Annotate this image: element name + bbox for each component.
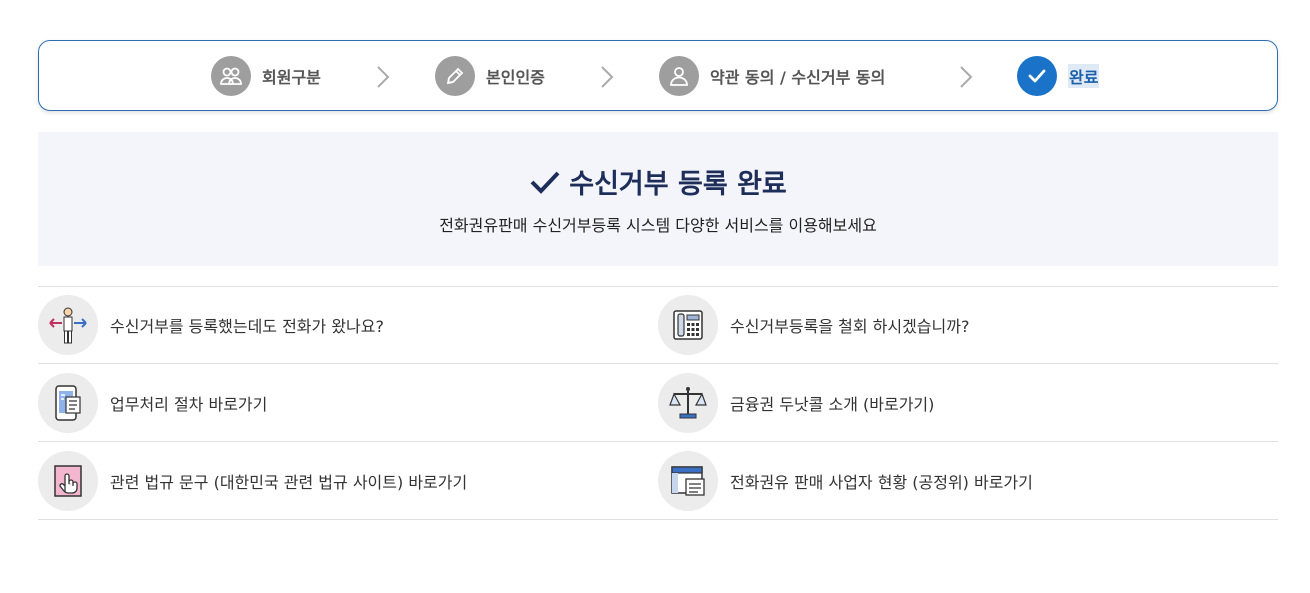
pencil-icon: [435, 56, 475, 96]
step-complete: 완료: [1017, 56, 1100, 96]
completion-subtitle: 전화권유판매 수신거부등록 시스템 다양한 서비스를 이용해보세요: [439, 216, 877, 235]
link-call-after-registration[interactable]: 수신거부를 등록했는데도 전화가 왔나요?: [38, 286, 658, 364]
check-icon: [1017, 56, 1057, 96]
scale-icon: [658, 372, 718, 433]
link-related-laws[interactable]: 관련 법규 문구 (대한민국 관련 법규 사이트) 바로가기: [38, 442, 658, 520]
chevron-right-icon: [960, 66, 973, 88]
link-label: 전화권유 판매 사업자 현황 (공정위) 바로가기: [730, 472, 1033, 492]
link-label: 금융권 두낫콜 소개 (바로가기): [730, 394, 935, 414]
chevron-right-icon: [601, 66, 614, 88]
link-telemarketing-business-status[interactable]: 전화권유 판매 사업자 현황 (공정위) 바로가기: [658, 442, 1278, 520]
step-label: 본인인증: [486, 68, 545, 87]
step-terms-agreement: 약관 동의 / 수신거부 동의: [659, 56, 885, 96]
step-label: 완료: [1068, 64, 1100, 88]
step-member-type: 회원구분: [211, 56, 321, 96]
step-indicator: 회원구분 본인인증 약관 동의 / 수신거부 동의 완료: [38, 40, 1278, 111]
step-label: 약관 동의 / 수신거부 동의: [710, 68, 886, 87]
checkmark-icon: [530, 171, 560, 194]
user-icon: [659, 56, 699, 96]
telephone-icon: [658, 294, 718, 355]
chevron-right-icon: [377, 66, 390, 88]
person-arrows-icon: [38, 294, 98, 355]
link-label: 수신거부를 등록했는데도 전화가 왔나요?: [110, 316, 384, 336]
link-label: 업무처리 절차 바로가기: [110, 394, 268, 414]
window-document-icon: [658, 450, 718, 511]
link-process-procedure[interactable]: 업무처리 절차 바로가기: [38, 364, 658, 442]
group-icon: [211, 56, 251, 96]
completion-title: 수신거부 등록 완료: [38, 162, 1278, 201]
completion-title-text: 수신거부 등록 완료: [569, 169, 787, 200]
link-label: 관련 법규 문구 (대한민국 관련 법규 사이트) 바로가기: [110, 472, 468, 492]
link-do-not-call-intro[interactable]: 금융권 두낫콜 소개 (바로가기): [658, 364, 1278, 442]
step-identity-verification: 본인인증: [435, 56, 545, 96]
completion-banner: 수신거부 등록 완료 전화권유판매 수신거부등록 시스템 다양한 서비스를 이용…: [38, 132, 1278, 266]
link-label: 수신거부등록을 철회 하시겠습니까?: [730, 316, 970, 336]
link-withdraw-registration[interactable]: 수신거부등록을 철회 하시겠습니까?: [658, 286, 1278, 364]
mobile-document-icon: [38, 372, 98, 433]
step-label: 회원구분: [262, 68, 321, 87]
hand-click-icon: [38, 450, 98, 511]
